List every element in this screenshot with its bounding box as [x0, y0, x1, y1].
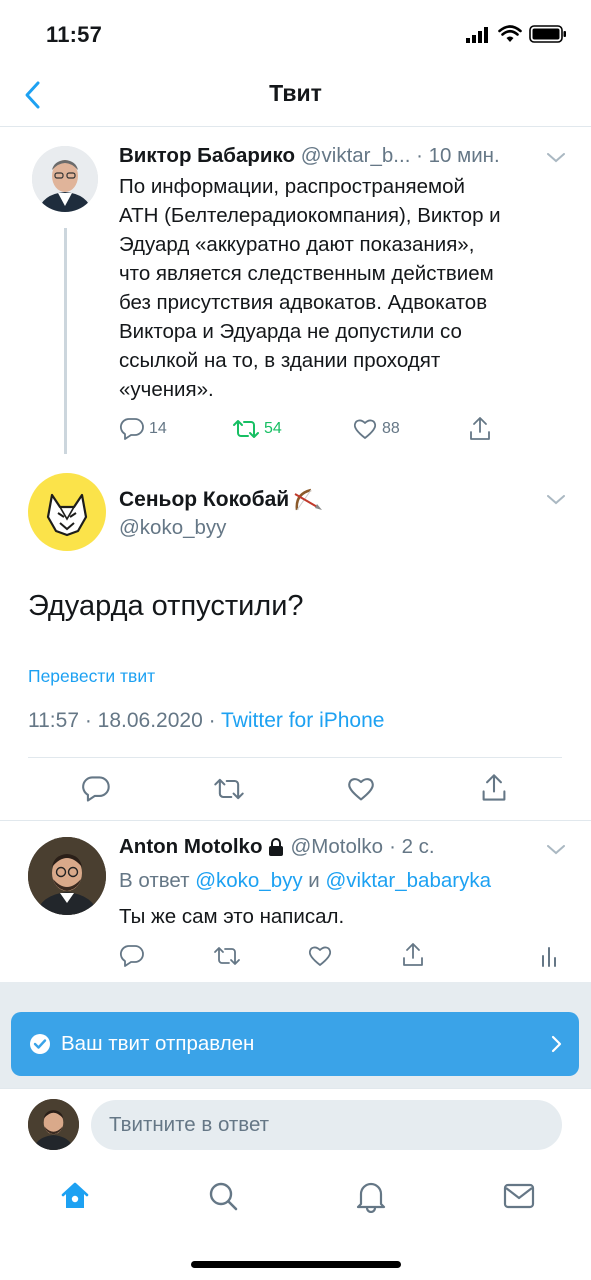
tweet-time: · 10 мин. — [416, 144, 500, 167]
tweet-line: «учения». — [119, 378, 214, 401]
wifi-icon — [498, 25, 522, 48]
avatar[interactable] — [28, 837, 106, 915]
reply-icon — [82, 776, 110, 802]
tweet-line: что является следственным действием — [119, 262, 494, 285]
parent-tweet-header: Виктор Бабарико @viktar_b... · 10 мин. — [119, 144, 500, 168]
chevron-down-icon — [547, 495, 565, 505]
like-button[interactable]: 88 — [352, 417, 400, 441]
retweet-count: 54 — [264, 420, 282, 437]
translate-link[interactable]: Перевести твит — [28, 666, 155, 687]
reply-count: 14 — [149, 420, 167, 437]
reply-and: и — [302, 869, 326, 892]
mention-link[interactable]: @koko_byy — [195, 869, 302, 892]
thread-line — [64, 228, 67, 454]
bow-and-arrow-icon — [294, 488, 323, 511]
avatar[interactable] — [28, 1099, 79, 1150]
mention-link[interactable]: @viktar_babaryka — [325, 869, 491, 892]
home-indicator — [191, 1261, 401, 1268]
retweet-icon — [214, 947, 240, 965]
tweet-menu-button[interactable] — [547, 492, 565, 510]
tweet-line: АТН (Белтелерадиокомпания), Виктор и — [119, 204, 501, 227]
avatar[interactable] — [28, 473, 106, 551]
reply-button[interactable]: 14 — [119, 417, 167, 441]
tweet-line: ссылкой на то, в здании проходят — [119, 349, 441, 372]
share-icon — [470, 417, 490, 440]
heart-icon — [348, 778, 374, 801]
retweet-button[interactable] — [213, 944, 241, 973]
composer-placeholder: Твитните в ответ — [109, 1113, 270, 1136]
mail-icon — [503, 1183, 535, 1209]
tweet-menu-button[interactable] — [547, 842, 565, 860]
divider — [0, 820, 591, 821]
like-button[interactable] — [346, 775, 376, 808]
author-name[interactable]: Anton Motolko — [119, 835, 262, 859]
tweet-sent-toast[interactable]: Ваш твит отправлен — [11, 1012, 579, 1076]
tab-notifications[interactable] — [355, 1179, 387, 1218]
divider — [0, 1088, 591, 1089]
tweet-line: без присутствия адвокатов. Адвокатов — [119, 291, 488, 314]
status-time: 11:57 — [46, 22, 103, 47]
battery-icon — [529, 25, 567, 48]
header-divider — [0, 126, 591, 127]
share-icon — [403, 943, 423, 966]
tab-messages[interactable] — [503, 1182, 535, 1215]
tab-search[interactable] — [207, 1180, 239, 1217]
tweet-line: Эдуард «аккуратно дают показания», — [119, 233, 475, 256]
tab-home[interactable] — [59, 1180, 91, 1217]
parent-tweet-text: По информации, распространяемой АТН (Бел… — [119, 172, 569, 404]
tweet-menu-button[interactable] — [547, 150, 565, 168]
like-count: 88 — [382, 420, 400, 437]
avatar[interactable] — [32, 146, 98, 212]
author-handle[interactable]: @koko_byy — [119, 516, 226, 540]
signal-icon — [466, 27, 492, 48]
divider — [28, 757, 562, 758]
share-icon — [482, 774, 506, 801]
search-icon — [209, 1182, 238, 1211]
author-handle[interactable]: @viktar_b... — [301, 144, 411, 167]
tweet-line: Виктора и Эдуарда не допустили со — [119, 320, 462, 343]
share-button[interactable] — [401, 942, 425, 973]
reply-button[interactable] — [81, 775, 111, 808]
main-tweet-text: Эдуарда отпустили? — [28, 590, 304, 622]
author-name[interactable]: Виктор Бабарико — [119, 144, 295, 167]
retweet-icon — [214, 778, 244, 800]
share-button[interactable] — [468, 416, 492, 447]
bell-icon — [356, 1182, 386, 1214]
tweet-line: По информации, распространяемой — [119, 175, 465, 198]
reply-icon — [119, 418, 144, 440]
toast-text: Ваш твит отправлен — [61, 1032, 255, 1055]
reply-composer-input[interactable]: Твитните в ответ — [91, 1100, 562, 1150]
analytics-button[interactable] — [540, 944, 558, 973]
chevron-down-icon — [547, 153, 565, 163]
lock-icon — [269, 838, 284, 856]
share-button[interactable] — [480, 773, 508, 808]
retweet-icon — [233, 420, 259, 438]
tweet-timestamp-row: 11:57 · 18.06.2020 · Twitter for iPhone — [28, 709, 384, 733]
tweet-source-link[interactable]: Twitter for iPhone — [221, 709, 384, 732]
retweet-button[interactable] — [213, 775, 245, 808]
page-title: Твит — [269, 80, 322, 106]
heart-icon — [353, 419, 377, 439]
author-name[interactable]: Сеньор Кокобай — [119, 488, 289, 512]
like-button[interactable] — [307, 944, 333, 973]
reply-tweet-header: Anton Motolko @Motolko · 2 с. — [119, 835, 435, 859]
reply-tweet-text: Ты же сам это написал. — [119, 905, 345, 928]
reply-prefix: В ответ — [119, 869, 196, 892]
reply-context: В ответ @koko_byy и @viktar_babaryka — [119, 869, 491, 893]
retweet-button[interactable]: 54 — [232, 417, 282, 441]
chevron-right-icon — [551, 1035, 562, 1053]
analytics-icon — [542, 947, 556, 967]
author-handle[interactable]: @Motolko — [290, 835, 383, 859]
reply-button[interactable] — [119, 944, 145, 973]
tweet-timestamp: 11:57 · 18.06.2020 · — [28, 709, 222, 732]
home-icon — [61, 1182, 89, 1208]
tweet-time: · 2 с. — [389, 835, 435, 858]
check-circle-icon — [30, 1034, 50, 1054]
chevron-down-icon — [547, 845, 565, 855]
reply-icon — [119, 945, 144, 967]
main-tweet-name-row: Сеньор Кокобай — [119, 486, 325, 514]
heart-icon — [308, 946, 332, 966]
